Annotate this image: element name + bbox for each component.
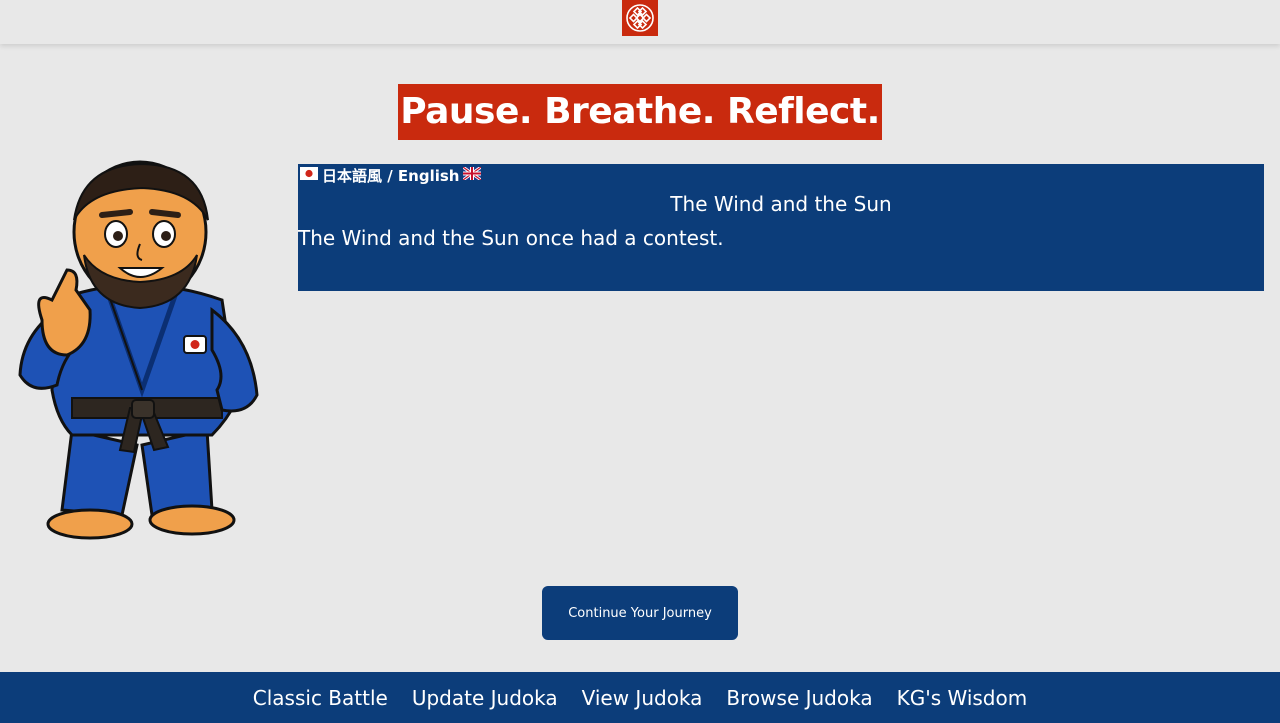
- japan-flag-icon: [300, 166, 318, 184]
- top-header: [0, 0, 1280, 44]
- nav-link-browse-judoka[interactable]: Browse Judoka: [726, 686, 872, 710]
- nav-link-kgs-wisdom[interactable]: KG's Wisdom: [897, 686, 1028, 710]
- story-body: The Wind and the Sun once had a contest.: [298, 226, 724, 250]
- language-toggle[interactable]: 日本語風 / English: [300, 164, 483, 186]
- judoka-mascot-illustration: [12, 160, 270, 540]
- footer-nav: Classic Battle Update Judoka View Judoka…: [0, 672, 1280, 723]
- story-panel: 日本語風 / English The Wind and the Sun The …: [298, 164, 1264, 291]
- continue-journey-button[interactable]: Continue Your Journey: [542, 586, 738, 640]
- nav-link-view-judoka[interactable]: View Judoka: [582, 686, 703, 710]
- page-title: Pause. Breathe. Reflect.: [398, 84, 882, 140]
- language-toggle-label: 日本語風 / English: [322, 166, 460, 185]
- nav-link-classic-battle[interactable]: Classic Battle: [253, 686, 388, 710]
- story-title: The Wind and the Sun: [670, 192, 892, 216]
- hero: Pause. Breathe. Reflect.: [0, 84, 1280, 140]
- nav-link-update-judoka[interactable]: Update Judoka: [412, 686, 558, 710]
- knot-logo-icon[interactable]: [622, 0, 658, 36]
- uk-flag-icon: [462, 165, 483, 184]
